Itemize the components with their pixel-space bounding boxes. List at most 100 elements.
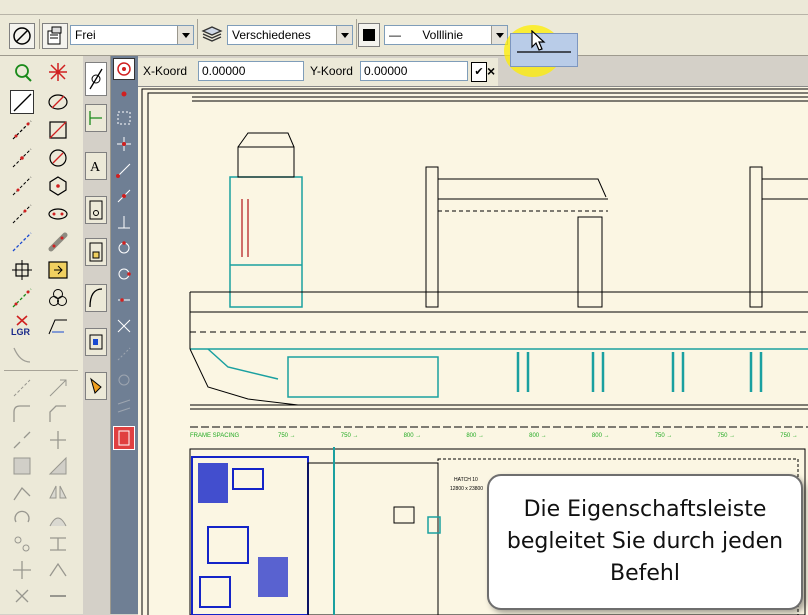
circle-snap-icon: [15, 64, 32, 82]
layer-properties-button[interactable]: [42, 23, 68, 49]
snap-center-button[interactable]: [114, 134, 134, 154]
layer-dropdown[interactable]: Frei: [70, 25, 194, 45]
line-tool[interactable]: [10, 90, 34, 114]
chevron-down-icon[interactable]: [177, 26, 193, 44]
offset-line-tool[interactable]: [10, 230, 34, 254]
explode-tool[interactable]: [10, 584, 34, 608]
tab-symbols[interactable]: [85, 196, 107, 224]
snap-tangent-button[interactable]: [114, 238, 134, 258]
snap-grid-button[interactable]: [114, 108, 134, 128]
array-tool[interactable]: [10, 532, 34, 556]
snap-parallel-button[interactable]: [114, 396, 134, 416]
circle-group-tool[interactable]: [46, 286, 70, 310]
move-tool[interactable]: [10, 558, 34, 582]
measure-icon: [50, 537, 66, 551]
y-coord-input[interactable]: [360, 61, 468, 81]
linetype-dropdown-value: Volllinie: [422, 28, 464, 42]
snap-intersection-button[interactable]: [114, 316, 134, 336]
slot-icon: [48, 208, 68, 220]
spline-tool[interactable]: [10, 286, 34, 310]
spline-icon: [12, 288, 32, 308]
extend-tool[interactable]: [46, 376, 70, 400]
hatch-tool[interactable]: [46, 314, 70, 338]
tab-curves[interactable]: [85, 284, 107, 312]
snap-toolbar: [111, 56, 138, 614]
snap-endpoint-button[interactable]: [114, 160, 134, 180]
objects-tab-icon: [89, 334, 103, 350]
select-mode-button[interactable]: [9, 23, 35, 49]
rotated-slot-tool[interactable]: [46, 230, 70, 254]
snap-midpoint-button[interactable]: [114, 186, 134, 206]
spacing-label: 800 →: [591, 433, 610, 439]
tangent-line-tool[interactable]: [10, 174, 34, 198]
tab-draw[interactable]: [85, 62, 107, 96]
insert-symbol-tool[interactable]: [10, 258, 34, 282]
circle-snap-tool[interactable]: [10, 60, 34, 84]
fillet-tool[interactable]: [10, 402, 34, 426]
spacing-label: 800 →: [403, 433, 422, 439]
polygon-tool[interactable]: [46, 174, 70, 198]
tab-dimension[interactable]: [85, 104, 107, 132]
shadow-area-tool[interactable]: [46, 454, 70, 478]
insert-block-tool[interactable]: [46, 258, 70, 282]
color-button[interactable]: [358, 23, 380, 47]
circle-center-icon: [49, 149, 67, 167]
mirror-tool[interactable]: [46, 480, 70, 504]
category-dropdown[interactable]: Verschiedenes: [227, 25, 353, 45]
snap-nearest-button[interactable]: [114, 290, 134, 310]
snap-intersection-icon: [117, 319, 131, 333]
svg-text:A: A: [90, 160, 101, 175]
chamfer-icon: [49, 405, 66, 422]
layers-icon[interactable]: [201, 25, 223, 45]
circle-center-tool[interactable]: [46, 146, 70, 170]
snap-quadrant-button[interactable]: [114, 264, 134, 284]
snap-mode-button[interactable]: [113, 58, 135, 80]
measure-tool[interactable]: [46, 532, 70, 556]
chamfer-tool[interactable]: [46, 402, 70, 426]
stretch-tool[interactable]: [10, 480, 34, 504]
rotate-tool[interactable]: [10, 506, 34, 530]
tooltip-callout: Die Eigenschaftsleiste begleitet Sie dur…: [487, 474, 803, 610]
cancel-button[interactable]: ×: [487, 62, 499, 80]
point-star-tool[interactable]: [46, 60, 70, 84]
confirm-button[interactable]: ✔: [471, 62, 487, 82]
ellipse-tool[interactable]: [46, 90, 70, 114]
tab-highlight[interactable]: [85, 372, 107, 400]
parallel-line-icon: [12, 148, 32, 168]
trim-icon: [13, 379, 31, 397]
polyline-tool[interactable]: [10, 118, 34, 142]
fill-area-tool[interactable]: [10, 454, 34, 478]
tab-objects[interactable]: [85, 328, 107, 356]
trim-tool[interactable]: [10, 376, 34, 400]
tab-text[interactable]: A: [85, 152, 107, 180]
slot-tool[interactable]: [46, 202, 70, 226]
snap-relative-button[interactable]: [114, 370, 134, 390]
snap-point-icon: [121, 91, 127, 97]
parallel-line-tool[interactable]: [10, 146, 34, 170]
split-tool[interactable]: [46, 428, 70, 452]
chevron-down-icon[interactable]: [491, 26, 507, 44]
lgr-tool[interactable]: LGR: [10, 314, 34, 338]
curves-tab-icon: [89, 288, 103, 308]
tab-parts[interactable]: [85, 238, 107, 266]
chevron-down-icon[interactable]: [336, 26, 352, 44]
join-tool[interactable]: [46, 584, 70, 608]
snap-extension-icon: [117, 347, 131, 361]
rectangle-tool[interactable]: [46, 118, 70, 142]
snap-perpendicular-button[interactable]: [114, 212, 134, 232]
snap-off-button[interactable]: [113, 426, 135, 450]
lgr-label: LGR: [11, 327, 30, 337]
freehand-tool[interactable]: [10, 342, 34, 366]
perpendicular-line-tool[interactable]: [10, 202, 34, 226]
break-tool[interactable]: [10, 428, 34, 452]
mirror-icon: [49, 485, 67, 499]
x-coord-input[interactable]: [198, 61, 304, 81]
scale-tool[interactable]: [46, 506, 70, 530]
snap-extension-button[interactable]: [114, 344, 134, 364]
perpendicular-line-icon: [12, 204, 32, 224]
stretch-icon: [13, 486, 31, 501]
spacing-label: 750 →: [278, 433, 296, 439]
linetype-dropdown[interactable]: — Volllinie: [384, 25, 508, 45]
snap-point-button[interactable]: [114, 84, 134, 104]
copy-tool[interactable]: [46, 558, 70, 582]
